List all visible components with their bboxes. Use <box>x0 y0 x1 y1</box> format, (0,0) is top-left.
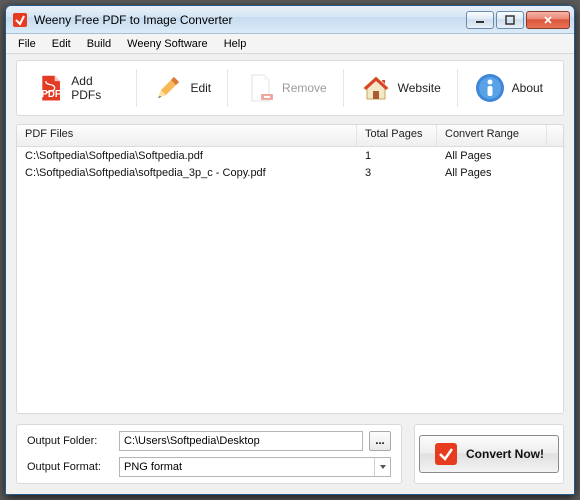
add-pdfs-button[interactable]: PDF Add PDFs <box>27 66 130 110</box>
convert-label: Convert Now! <box>466 447 544 461</box>
output-folder-label: Output Folder: <box>27 435 113 447</box>
divider <box>343 69 344 107</box>
divider <box>136 69 137 107</box>
file-list: PDF Files Total Pages Convert Range C:\S… <box>16 124 564 414</box>
pencil-icon <box>152 72 184 104</box>
output-settings-panel: Output Folder: ... Output Format: PNG fo… <box>16 424 402 484</box>
list-body[interactable]: C:\Softpedia\Softpedia\Softpedia.pdf1All… <box>17 147 563 413</box>
remove-button[interactable]: Remove <box>234 66 337 110</box>
website-button[interactable]: Website <box>350 66 451 110</box>
cell-pages: 3 <box>357 167 437 179</box>
convert-panel: Convert Now! <box>414 424 564 484</box>
about-label: About <box>512 81 543 95</box>
menu-file[interactable]: File <box>10 36 44 52</box>
remove-label: Remove <box>282 81 327 95</box>
info-icon <box>474 72 506 104</box>
table-row[interactable]: C:\Softpedia\Softpedia\Softpedia.pdf1All… <box>17 147 563 164</box>
menu-help[interactable]: Help <box>216 36 255 52</box>
cell-pages: 1 <box>357 150 437 162</box>
divider <box>227 69 228 107</box>
output-format-value: PNG format <box>124 461 182 473</box>
minimize-button[interactable] <box>466 11 494 29</box>
column-header-pages[interactable]: Total Pages <box>357 125 437 146</box>
app-icon <box>12 12 28 28</box>
toolbar: PDF Add PDFs Edit Remove <box>16 60 564 116</box>
close-button[interactable] <box>526 11 570 29</box>
column-header-path[interactable]: PDF Files <box>17 125 357 146</box>
edit-button[interactable]: Edit <box>142 66 221 110</box>
titlebar[interactable]: Weeny Free PDF to Image Converter <box>6 6 574 34</box>
menu-weeny-software[interactable]: Weeny Software <box>119 36 216 52</box>
output-format-combobox[interactable]: PNG format <box>119 457 391 477</box>
list-header: PDF Files Total Pages Convert Range <box>17 125 563 147</box>
column-header-range[interactable]: Convert Range <box>437 125 547 146</box>
about-button[interactable]: About <box>464 66 553 110</box>
table-row[interactable]: C:\Softpedia\Softpedia\softpedia_3p_c - … <box>17 164 563 181</box>
add-pdfs-label: Add PDFs <box>71 74 119 102</box>
website-label: Website <box>398 81 441 95</box>
menubar: File Edit Build Weeny Software Help <box>6 34 574 54</box>
cell-range: All Pages <box>437 150 547 162</box>
menu-edit[interactable]: Edit <box>44 36 79 52</box>
divider <box>457 69 458 107</box>
remove-document-icon <box>244 72 276 104</box>
cell-path: C:\Softpedia\Softpedia\softpedia_3p_c - … <box>17 167 357 179</box>
chevron-down-icon <box>374 458 390 476</box>
menu-build[interactable]: Build <box>79 36 119 52</box>
browse-folder-button[interactable]: ... <box>369 431 391 451</box>
home-icon <box>360 72 392 104</box>
output-format-label: Output Format: <box>27 461 113 473</box>
pdf-icon: PDF <box>37 72 65 104</box>
app-window: Weeny Free PDF to Image Converter File E… <box>5 5 575 495</box>
window-title: Weeny Free PDF to Image Converter <box>34 13 466 27</box>
edit-label: Edit <box>190 81 211 95</box>
column-header-spacer <box>547 125 563 146</box>
maximize-button[interactable] <box>496 11 524 29</box>
cell-range: All Pages <box>437 167 547 179</box>
convert-now-button[interactable]: Convert Now! <box>419 435 559 473</box>
output-folder-input[interactable] <box>119 431 363 451</box>
cell-path: C:\Softpedia\Softpedia\Softpedia.pdf <box>17 150 357 162</box>
convert-icon <box>434 442 458 466</box>
